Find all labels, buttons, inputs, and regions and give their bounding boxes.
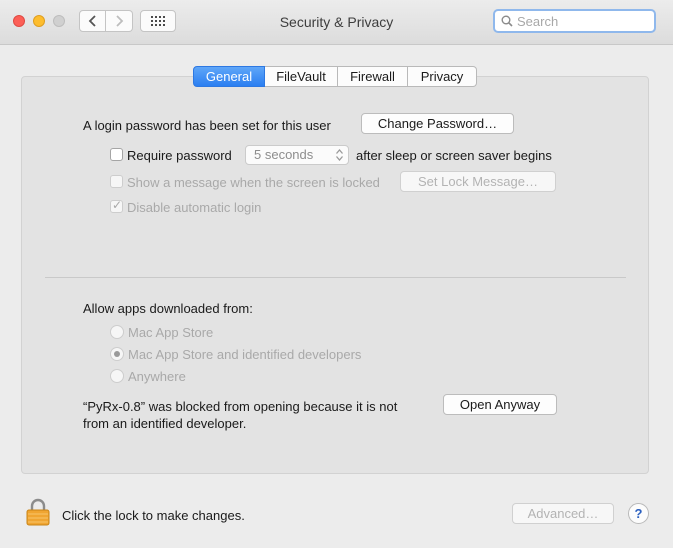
login-password-text: A login password has been set for this u… (83, 118, 331, 133)
checkmark-icon: ✓ (112, 198, 123, 212)
advanced-button[interactable]: Advanced… (512, 503, 614, 524)
require-password-checkbox[interactable] (110, 148, 123, 161)
open-anyway-button[interactable]: Open Anyway (443, 394, 557, 415)
disable-auto-login-checkbox[interactable]: ✓ (110, 198, 123, 213)
radio-identified-developers[interactable] (110, 347, 124, 361)
title-bar: Security & Privacy (0, 0, 673, 45)
search-icon (501, 15, 513, 27)
radio-anywhere[interactable] (110, 369, 124, 383)
require-password-suffix: after sleep or screen saver begins (356, 148, 552, 163)
set-lock-message-button[interactable]: Set Lock Message… (400, 171, 556, 192)
tab-bar: General FileVault Firewall Privacy (193, 66, 477, 87)
allow-apps-heading: Allow apps downloaded from: (83, 301, 253, 316)
help-button[interactable]: ? (628, 503, 649, 524)
blocked-message-line1: “PyRx-0.8” was blocked from opening beca… (83, 399, 398, 414)
show-message-checkbox[interactable] (110, 175, 123, 188)
show-message-label: Show a message when the screen is locked (127, 175, 380, 190)
search-input[interactable] (517, 13, 647, 29)
change-password-button[interactable]: Change Password… (361, 113, 514, 134)
tab-filevault[interactable]: FileVault (265, 66, 338, 87)
radio-anywhere-label: Anywhere (128, 369, 186, 384)
up-down-arrows-icon (336, 149, 343, 161)
radio-identified-developers-label: Mac App Store and identified developers (128, 347, 362, 362)
lock-message: Click the lock to make changes. (62, 508, 245, 523)
disable-auto-login-label: Disable automatic login (127, 200, 262, 215)
require-password-delay-value: 5 seconds (254, 147, 314, 162)
radio-mac-app-store-label: Mac App Store (128, 325, 214, 340)
tab-general[interactable]: General (193, 66, 265, 87)
blocked-message-line2: from an identified developer. (83, 416, 247, 431)
radio-mac-app-store[interactable] (110, 325, 124, 339)
search-field[interactable] (493, 9, 656, 33)
require-password-label: Require password (127, 148, 232, 163)
radio-selected-dot (114, 351, 120, 357)
tab-firewall[interactable]: Firewall (338, 66, 408, 87)
lock-icon (26, 498, 50, 526)
section-divider (45, 277, 626, 278)
security-privacy-window: Security & Privacy General FileVault Fir… (0, 0, 673, 548)
tab-privacy[interactable]: Privacy (408, 66, 477, 87)
lock-button[interactable] (26, 498, 50, 529)
require-password-delay-select[interactable]: 5 seconds (245, 145, 349, 165)
